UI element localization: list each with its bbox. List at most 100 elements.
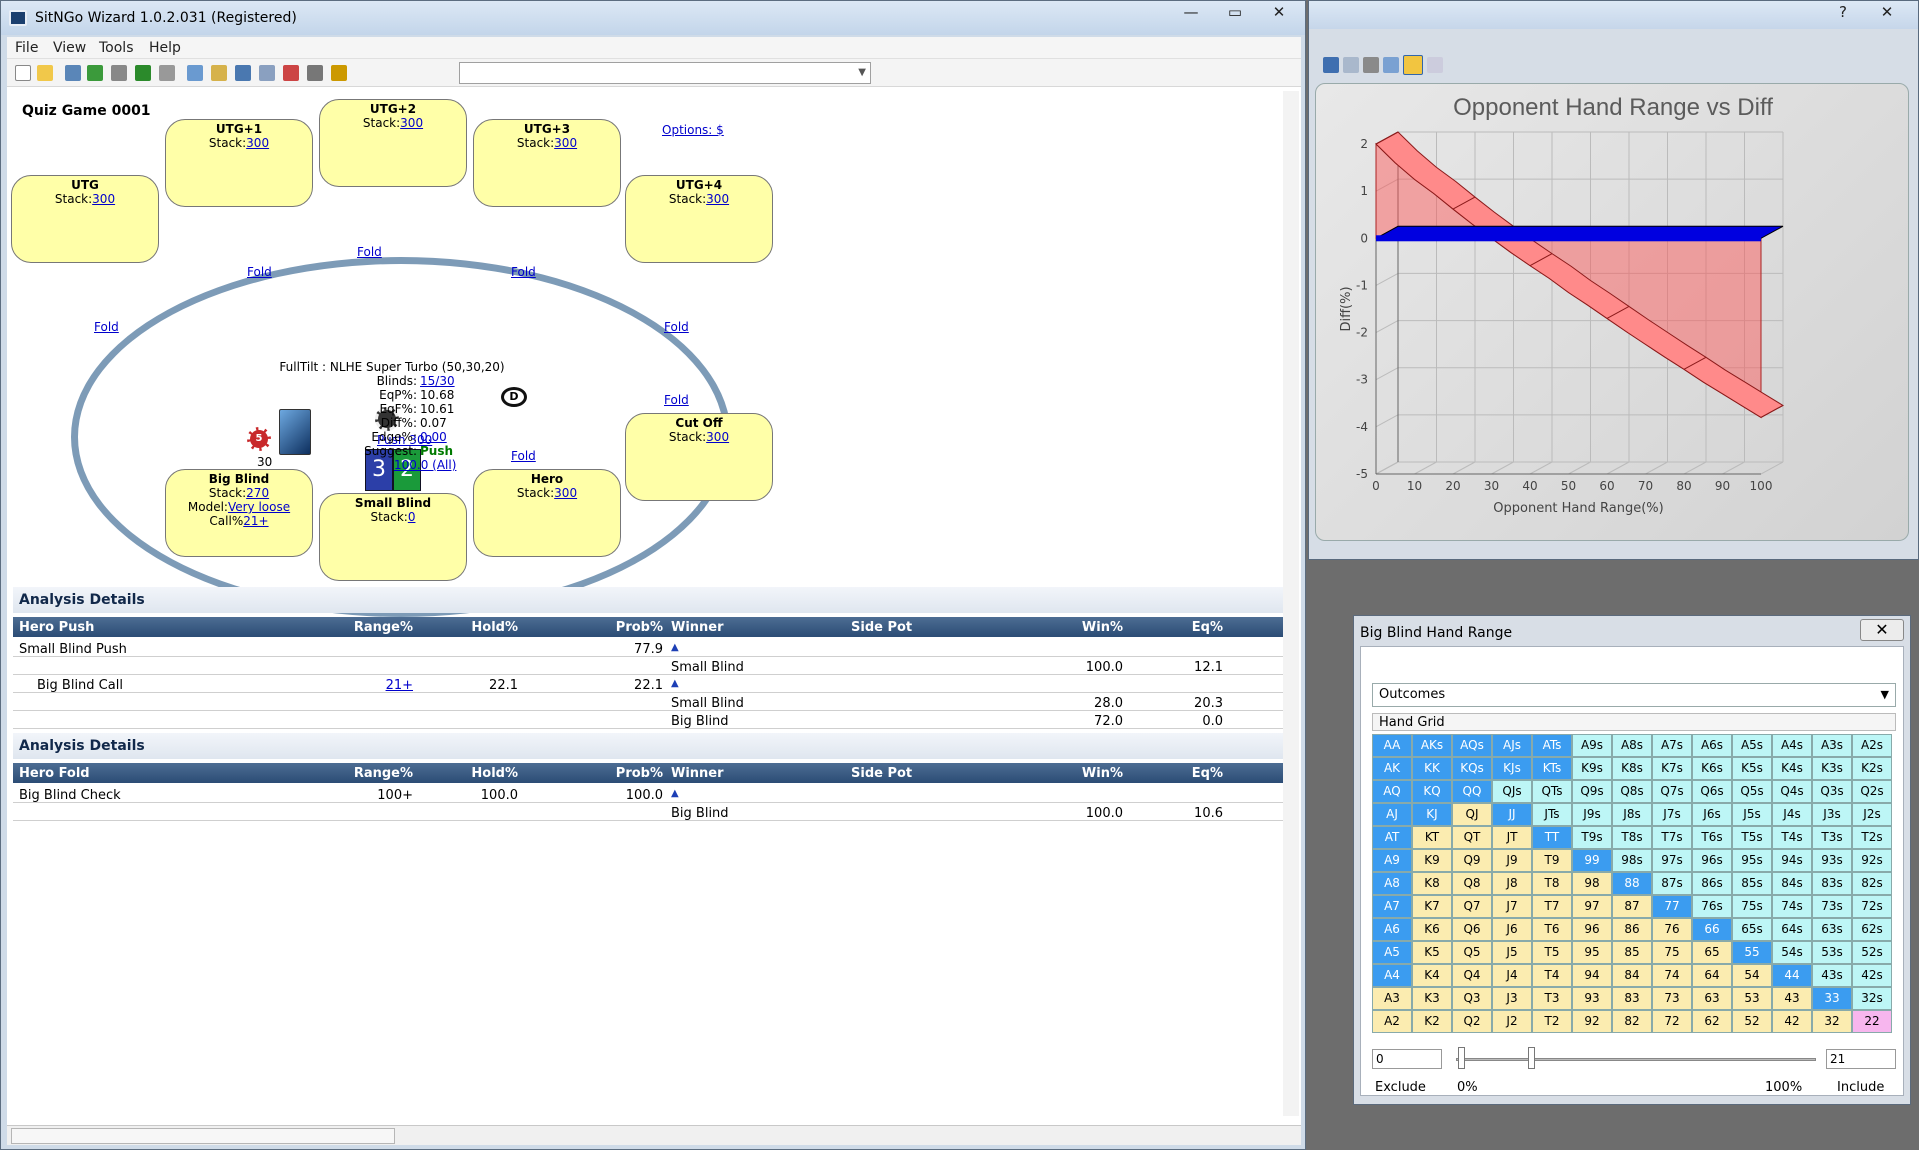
seat-utg4[interactable]: UTG+4 Stack:300 [625, 175, 773, 263]
action-utg3[interactable]: Fold [511, 265, 536, 279]
menu-file[interactable]: File [15, 40, 38, 56]
hand-cell[interactable]: 97 [1572, 895, 1612, 918]
seat-utg[interactable]: UTG Stack:300 [11, 175, 159, 263]
image-icon[interactable] [235, 65, 251, 81]
hand-cell[interactable]: 93s [1812, 849, 1852, 872]
call-range-link[interactable]: 21+ [243, 514, 268, 528]
hand-cell[interactable]: K4s [1772, 757, 1812, 780]
seat-big-blind[interactable]: Big Blind Stack:270 Model:Very loose Cal… [165, 469, 313, 557]
hand-cell[interactable]: KTs [1532, 757, 1572, 780]
hand-cell[interactable]: J4s [1772, 803, 1812, 826]
hand-cell[interactable]: A2 [1372, 1010, 1412, 1033]
hand-cell[interactable]: J8s [1612, 803, 1652, 826]
action-cutoff[interactable]: Fold [664, 393, 689, 407]
stack-link[interactable]: 300 [92, 192, 115, 206]
stack-link[interactable]: 0 [408, 510, 416, 524]
chart-type-icon[interactable] [1403, 55, 1423, 75]
hand-cell[interactable]: T3s [1812, 826, 1852, 849]
hand-cell[interactable]: JT [1492, 826, 1532, 849]
hand-cell[interactable]: 72 [1652, 1010, 1692, 1033]
hand-cell[interactable]: 62s [1852, 918, 1892, 941]
maximize-button[interactable]: ▭ [1213, 1, 1257, 23]
hand-cell[interactable]: Q6 [1452, 918, 1492, 941]
menu-tools[interactable]: Tools [99, 40, 134, 56]
stop-icon[interactable] [111, 65, 127, 81]
range-link[interactable]: 100.0 (All) [391, 458, 456, 472]
hand-cell[interactable]: T5s [1732, 826, 1772, 849]
hand-cell[interactable]: 66 [1692, 918, 1732, 941]
hand-cell[interactable]: Q5s [1732, 780, 1772, 803]
hand-cell[interactable]: T5 [1532, 941, 1572, 964]
hand-cell[interactable]: A4s [1772, 734, 1812, 757]
hand-cell[interactable]: QTs [1532, 780, 1572, 803]
action-utg1[interactable]: Fold [247, 265, 272, 279]
seat-small-blind[interactable]: Small Blind Stack:0 [319, 493, 467, 581]
hand-cell[interactable]: T3 [1532, 987, 1572, 1010]
hand-cell[interactable]: T9s [1572, 826, 1612, 849]
hand-cell[interactable]: 75s [1732, 895, 1772, 918]
menu-view[interactable]: View [53, 40, 86, 56]
hand-cell[interactable]: 83 [1612, 987, 1652, 1010]
hand-cell[interactable]: 73s [1812, 895, 1852, 918]
hand-cell[interactable]: J8 [1492, 872, 1532, 895]
hand-cell[interactable]: 88 [1612, 872, 1652, 895]
hand-cell[interactable]: K7s [1652, 757, 1692, 780]
table-cell[interactable]: 21+ [333, 678, 413, 693]
hand-cell[interactable]: KJs [1492, 757, 1532, 780]
hand-cell[interactable]: J6 [1492, 918, 1532, 941]
stack-link[interactable]: 300 [554, 136, 577, 150]
hand-cell[interactable]: 43s [1812, 964, 1852, 987]
hand-cell[interactable]: 85 [1612, 941, 1652, 964]
hand-cell[interactable]: 96 [1572, 918, 1612, 941]
hand-cell[interactable]: J9 [1492, 849, 1532, 872]
model-link[interactable]: Very loose [228, 500, 290, 514]
hand-cell[interactable]: K6s [1692, 757, 1732, 780]
seat-utg3[interactable]: UTG+3 Stack:300 [473, 119, 621, 207]
hand-cell[interactable]: Q7s [1652, 780, 1692, 803]
hand-cell[interactable]: KT [1412, 826, 1452, 849]
hand-cell[interactable]: 76s [1692, 895, 1732, 918]
hand-cell[interactable]: A6s [1692, 734, 1732, 757]
hand-cell[interactable]: Q2 [1452, 1010, 1492, 1033]
hand-cell[interactable]: 63 [1692, 987, 1732, 1010]
range-slider-track[interactable] [1456, 1058, 1816, 1061]
hand-cell[interactable]: KQ [1412, 780, 1452, 803]
hand-cell[interactable]: TT [1532, 826, 1572, 849]
help-button[interactable]: ? [1821, 1, 1865, 23]
stack-link[interactable]: 300 [246, 136, 269, 150]
hand-cell[interactable]: 82s [1852, 872, 1892, 895]
open-icon[interactable] [37, 65, 53, 81]
hand-cell[interactable]: 83s [1812, 872, 1852, 895]
hand-cell[interactable]: Q3s [1812, 780, 1852, 803]
hand-cell[interactable]: 86s [1692, 872, 1732, 895]
hand-cell[interactable]: A8s [1612, 734, 1652, 757]
range-min-input[interactable]: 0 [1372, 1049, 1442, 1069]
hand-cell[interactable]: K7 [1412, 895, 1452, 918]
hand-cell[interactable]: 65 [1692, 941, 1732, 964]
hand-cell[interactable]: Q9s [1572, 780, 1612, 803]
hand-cell[interactable]: A8 [1372, 872, 1412, 895]
hand-cell[interactable]: KK [1412, 757, 1452, 780]
hand-cell[interactable]: J2s [1852, 803, 1892, 826]
hand-cell[interactable]: T7 [1532, 895, 1572, 918]
hand-cell[interactable]: J3 [1492, 987, 1532, 1010]
hand-cell[interactable]: Q4s [1772, 780, 1812, 803]
hand-cell[interactable]: 43 [1772, 987, 1812, 1010]
hand-cell[interactable]: AJs [1492, 734, 1532, 757]
options-link[interactable]: Options: $ [662, 123, 724, 137]
hand-cell[interactable]: AK [1372, 757, 1412, 780]
hand-cell[interactable]: K2s [1852, 757, 1892, 780]
hand-cell[interactable]: 93 [1572, 987, 1612, 1010]
hand-cell[interactable]: Q2s [1852, 780, 1892, 803]
stack-link[interactable]: 300 [706, 430, 729, 444]
hand-cell[interactable]: 52 [1732, 1010, 1772, 1033]
hand-cell[interactable]: 84s [1772, 872, 1812, 895]
hand-cell[interactable]: AT [1372, 826, 1412, 849]
hand-cell[interactable]: 86 [1612, 918, 1652, 941]
legend-icon[interactable] [1427, 57, 1443, 73]
hand-cell[interactable]: AKs [1412, 734, 1452, 757]
action-utg[interactable]: Fold [94, 320, 119, 334]
seat-utg1[interactable]: UTG+1 Stack:300 [165, 119, 313, 207]
hand-cell[interactable]: A5 [1372, 941, 1412, 964]
hand-cell[interactable]: K5s [1732, 757, 1772, 780]
